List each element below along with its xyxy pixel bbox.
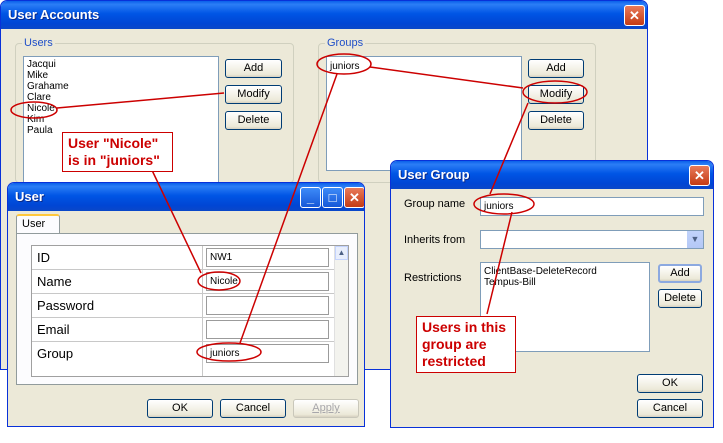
group-field-highlight-ellipse <box>196 342 262 362</box>
modify-button-highlight-ellipse <box>522 80 588 104</box>
connector-line <box>369 66 524 89</box>
group-name-highlight-ellipse <box>473 193 535 215</box>
callout-line: Users in this <box>422 319 507 335</box>
callout-line: is in "juniors" <box>68 152 160 168</box>
connector-line <box>56 92 225 109</box>
nicole-callout: User "Nicole" is in "juniors" <box>62 132 173 172</box>
nicole-highlight-ellipse <box>10 101 58 119</box>
juniors-group-highlight-ellipse <box>316 53 372 75</box>
callout-line: User "Nicole" <box>68 135 159 151</box>
connector-line <box>239 73 338 344</box>
connector-line <box>489 102 529 195</box>
connector-line <box>486 211 513 315</box>
callout-line: group are <box>422 336 487 352</box>
annotation-overlay <box>10 53 588 362</box>
callout-line: restricted <box>422 353 486 369</box>
connector-line <box>149 165 202 274</box>
name-field-highlight-ellipse <box>197 271 241 291</box>
restricted-callout: Users in this group are restricted <box>416 316 516 373</box>
